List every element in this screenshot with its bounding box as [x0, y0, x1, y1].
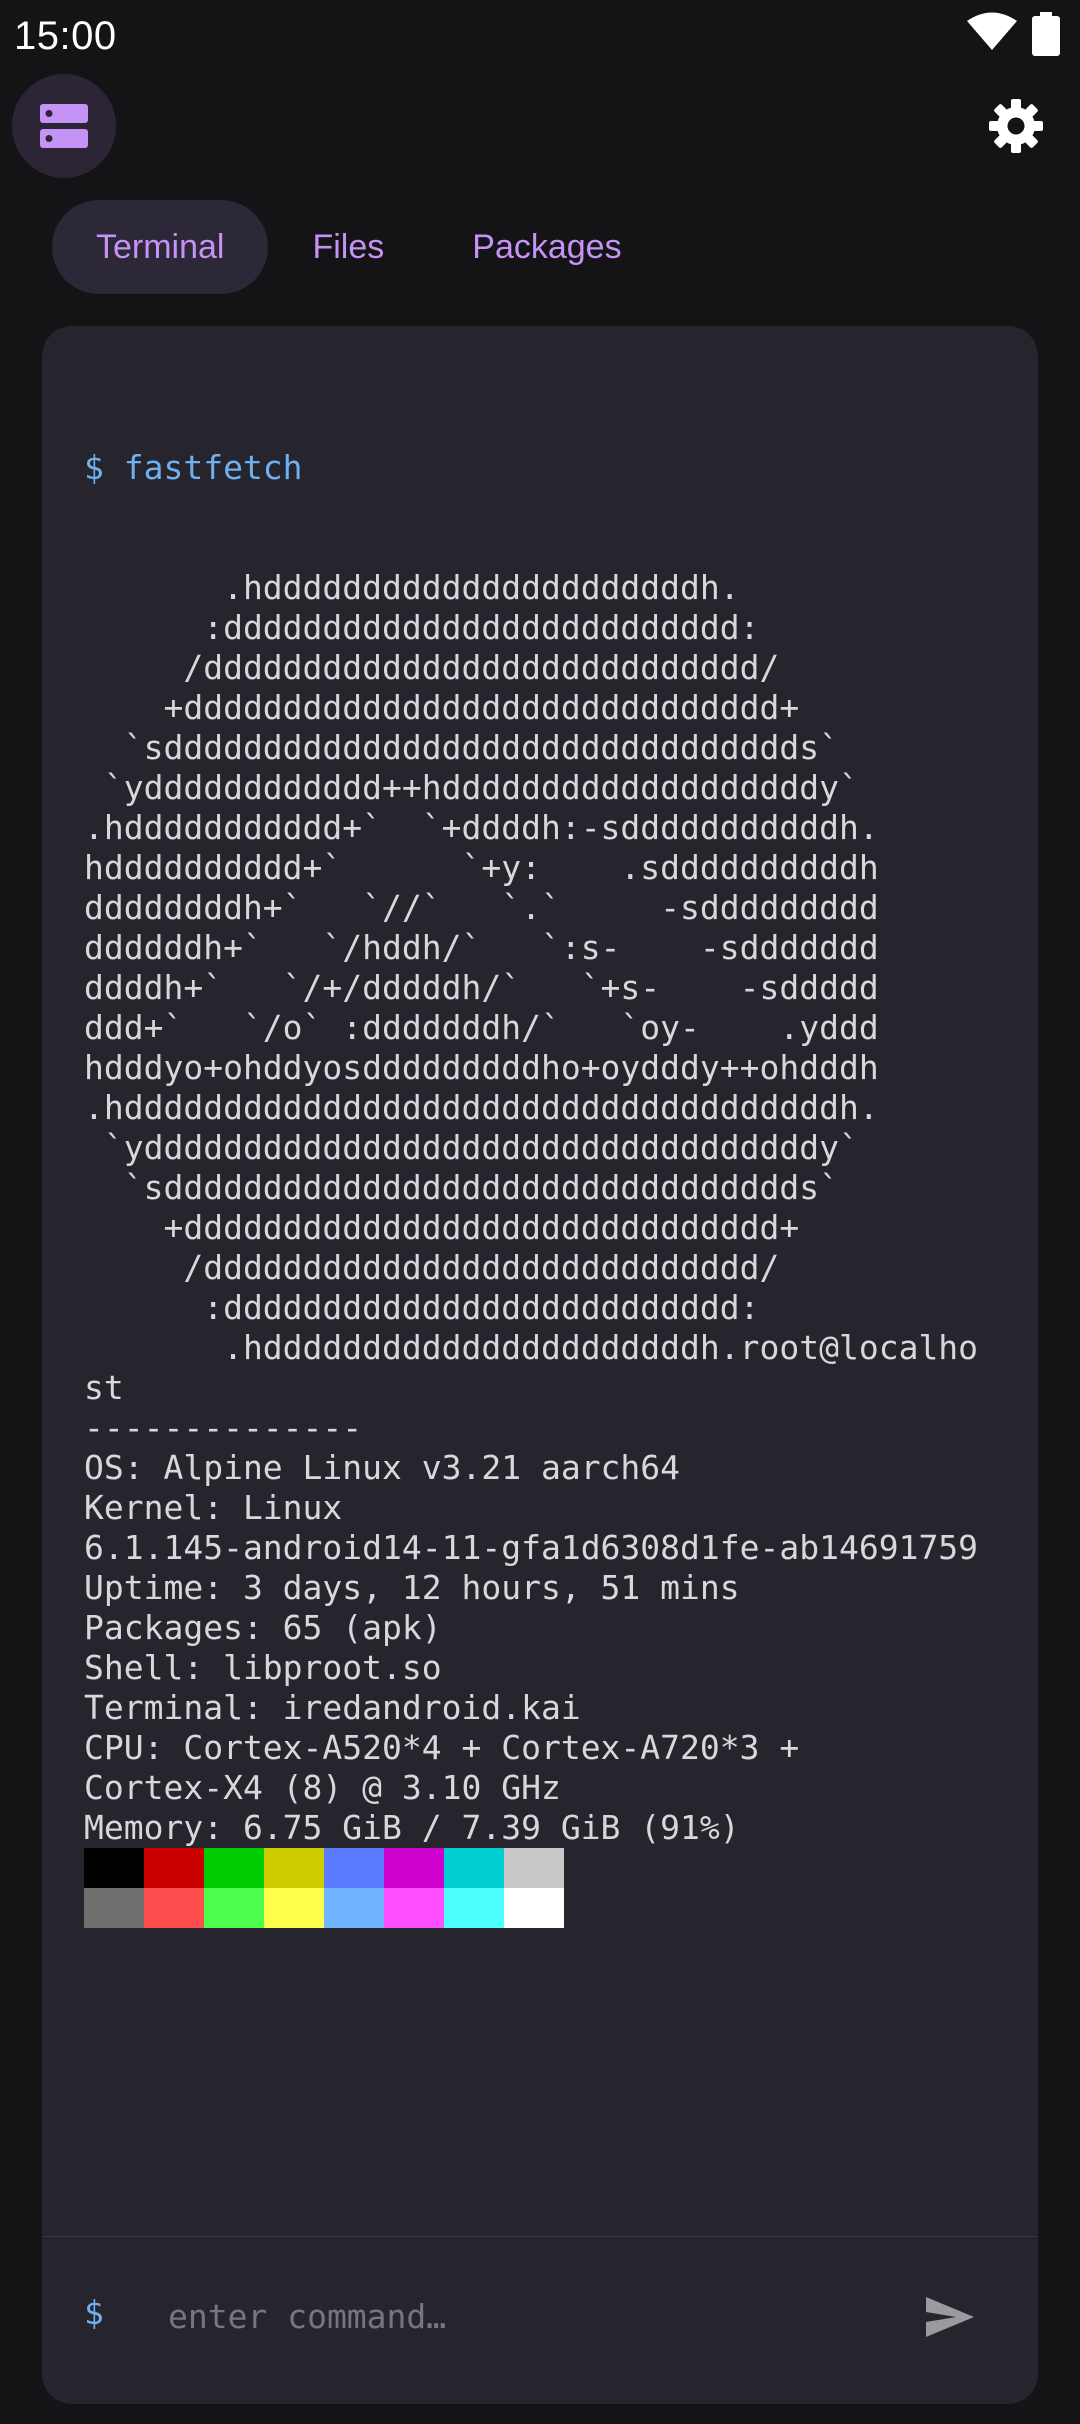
terminal-panel: $ fastfetch .hddddddddddddddddddddddh. :…	[42, 326, 1038, 2404]
command-bar: $	[42, 2237, 1038, 2404]
color-swatch	[444, 1888, 504, 1928]
server-button[interactable]	[12, 74, 116, 178]
color-swatch	[324, 1888, 384, 1928]
output-line: ddddddh+` `/hddh/` `:s- -sddddddd	[84, 928, 879, 967]
output-line: /dddddddddddddddddddddddddddd/	[84, 1248, 780, 1287]
color-swatch	[204, 1888, 264, 1928]
output-line: hdddddddddd+` `+y: .sddddddddddh	[84, 848, 879, 887]
output-line: .hddddddddddd+` `+ddddh:-sdddddddddddh.	[84, 808, 879, 847]
input-prompt: $	[84, 2293, 104, 2332]
output-line: `sdddddddddddddddddddddddddddddddds`	[84, 728, 839, 767]
tab-packages[interactable]: Packages	[428, 200, 665, 294]
output-line: ddd+` `/o` :dddddddh/` `oy- .yddd	[84, 1008, 879, 1047]
color-swatch	[204, 1848, 264, 1888]
command-echo: $ fastfetch	[84, 448, 303, 487]
output-line: OS: Alpine Linux v3.21 aarch64	[84, 1448, 681, 1487]
tab-bar: Terminal Files Packages	[52, 200, 666, 296]
output-line: 6.1.145-android14-11-gfa1d6308d1fe-ab146…	[84, 1528, 979, 1567]
server-icon	[40, 104, 88, 148]
output-line: `sdddddddddddddddddddddddddddddddds`	[84, 1168, 839, 1207]
color-palette-row	[84, 1848, 1024, 1888]
output-line: :dddddddddddddddddddddddddd:	[84, 608, 760, 647]
command-input[interactable]	[166, 2285, 890, 2347]
color-swatch	[504, 1888, 564, 1928]
gear-icon	[989, 99, 1043, 153]
send-icon	[926, 2297, 974, 2337]
output-line: `ydddddddddddd++hdddddddddddddddddddy`	[84, 768, 859, 807]
color-swatch	[504, 1848, 564, 1888]
output-line: .hddddddddddddddddddddddh.root@localho	[84, 1328, 979, 1367]
settings-button[interactable]	[984, 94, 1048, 158]
output-line: Shell: libproot.so	[84, 1648, 442, 1687]
output-line: .hddddddddddddddddddddddh.	[84, 568, 740, 607]
wifi-icon	[967, 12, 1017, 50]
output-line: Kernel: Linux	[84, 1488, 343, 1527]
status-bar: 15:00	[0, 0, 1080, 72]
color-swatch	[384, 1888, 444, 1928]
output-line: Memory: 6.75 GiB / 7.39 GiB (91%)	[84, 1808, 740, 1847]
output-line: .hddddddddddddddddddddddddddddddddddddh.	[84, 1088, 879, 1127]
color-swatch	[84, 1888, 144, 1928]
status-time: 15:00	[14, 14, 117, 58]
tab-files[interactable]: Files	[268, 200, 428, 294]
color-swatch	[144, 1888, 204, 1928]
send-button[interactable]	[920, 2287, 980, 2347]
color-swatch	[84, 1848, 144, 1888]
color-swatch	[264, 1888, 324, 1928]
color-swatch	[264, 1848, 324, 1888]
output-line: st	[84, 1368, 124, 1407]
output-line: Packages: 65 (apk)	[84, 1608, 442, 1647]
battery-icon	[1032, 12, 1060, 56]
output-line: :dddddddddddddddddddddddddd:	[84, 1288, 760, 1327]
color-swatch	[144, 1848, 204, 1888]
terminal-output[interactable]: $ fastfetch .hddddddddddddddddddddddh. :…	[84, 368, 1024, 1928]
color-swatch	[324, 1848, 384, 1888]
output-line: +dddddddddddddddddddddddddddddd+	[84, 688, 800, 727]
tab-terminal[interactable]: Terminal	[52, 200, 269, 294]
output-line: /dddddddddddddddddddddddddddd/	[84, 648, 780, 687]
color-swatch	[384, 1848, 444, 1888]
output-line: CPU: Cortex-A520*4 + Cortex-A720*3 +	[84, 1728, 800, 1767]
output-line: ddddh+` `/+/dddddh/` `+s- -sddddd	[84, 968, 879, 1007]
output-line: Cortex-X4 (8) @ 3.10 GHz	[84, 1768, 561, 1807]
color-palette-row	[84, 1888, 1024, 1928]
output-line: Terminal: iredandroid.kai	[84, 1688, 581, 1727]
output-line: Uptime: 3 days, 12 hours, 51 mins	[84, 1568, 740, 1607]
color-swatch	[444, 1848, 504, 1888]
output-line: ddddddddh+` `//` `.` -sddddddddd	[84, 888, 879, 927]
output-line: `yddddddddddddddddddddddddddddddddddy`	[84, 1128, 859, 1167]
output-line: --------------	[84, 1408, 363, 1447]
output-line: hdddyo+ohddyosdddddddddho+oydddy++ohdddh	[84, 1048, 879, 1087]
output-line: +dddddddddddddddddddddddddddddd+	[84, 1208, 800, 1247]
